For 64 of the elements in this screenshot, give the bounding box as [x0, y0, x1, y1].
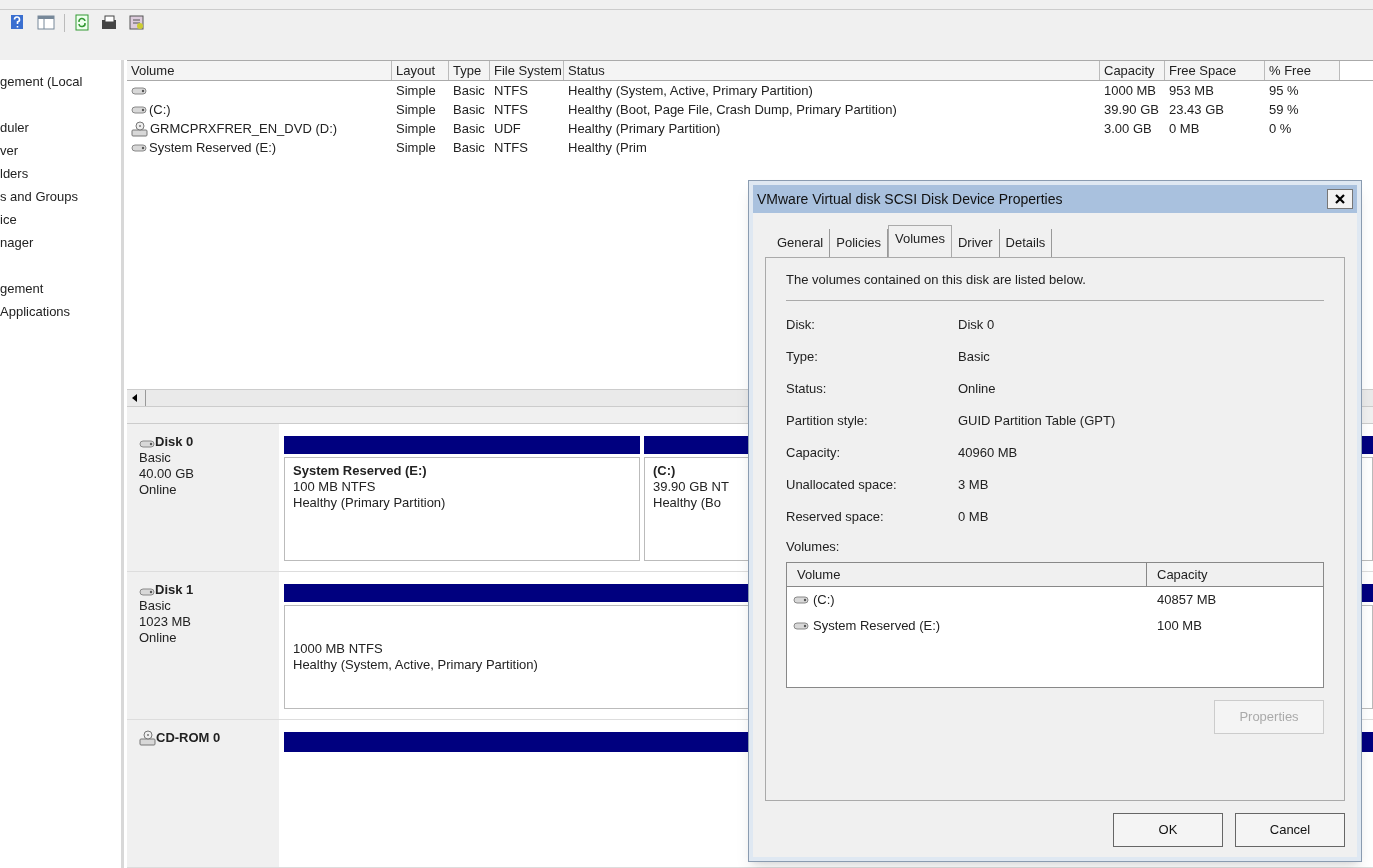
property-label: Reserved space: [786, 507, 885, 526]
table-cell-text: Basic [453, 138, 485, 157]
partition-title: System Reserved (E:) [293, 463, 427, 479]
disk-name: CD-ROM 0 [156, 730, 221, 746]
table-cell-text: 953 MB [1169, 81, 1214, 100]
table-cell-text: Basic [453, 100, 485, 119]
property-label: Capacity: [786, 443, 842, 462]
table-cell-text: 95 % [1269, 81, 1299, 100]
table-cell-text: 59 % [1269, 100, 1299, 119]
disk-info: Online [139, 482, 178, 498]
partition-info: 1000 MB NTFS [293, 641, 383, 657]
property-label: Status: [786, 379, 828, 398]
partition-title: (C:) [653, 463, 676, 479]
table-cell-text: Simple [396, 81, 436, 100]
table-cell-text: Simple [396, 119, 436, 138]
property-label: Unallocated space: [786, 475, 898, 494]
table-cell-text: 100 MB [1156, 617, 1203, 636]
partition-info: Healthy (System, Active, Primary Partition) [293, 657, 538, 673]
table-cell-text: Simple [396, 138, 436, 157]
table-cell-text: 40857 MB [1156, 591, 1218, 610]
partition-info: Healthy (Bo [653, 495, 721, 511]
property-value: Basic [958, 347, 990, 366]
disk-info: Basic [139, 598, 172, 614]
table-cell-text: 1000 MB [1104, 81, 1157, 100]
disk-info: 1023 MB [139, 614, 193, 630]
property-value: 40960 MB [958, 443, 1018, 462]
disk-name: Disk 0 [155, 434, 194, 450]
table-cell-text: Basic [453, 119, 485, 138]
volumes-label: Volumes: [786, 537, 841, 556]
table-cell-text: UDF [494, 119, 521, 138]
table-cell-text: 0 MB [1169, 119, 1200, 138]
table-cell-text: NTFS [494, 81, 528, 100]
volume-name: (C:) [149, 100, 171, 119]
table-cell-text: 39.90 GB [1104, 100, 1159, 119]
partition-info: 100 MB NTFS [293, 479, 376, 495]
property-value: Online [958, 379, 996, 398]
partition-info: 39.90 GB NT [653, 479, 729, 495]
property-label: Type: [786, 347, 819, 366]
property-value: GUID Partition Table (GPT) [958, 411, 1116, 430]
table-cell-text: Simple [396, 100, 436, 119]
property-value: 0 MB [958, 507, 989, 526]
property-label: Partition style: [786, 411, 869, 430]
table-cell-text: 0 % [1269, 119, 1292, 138]
dialog-title: VMware Virtual disk SCSI Disk Device Properties [757, 189, 1063, 209]
volume-name: System Reserved (E:) [149, 138, 277, 157]
table-cell-text: 3.00 GB [1104, 119, 1152, 138]
table-cell-text: Healthy (Primary Partition) [568, 119, 721, 138]
property-value: 3 MB [958, 475, 989, 494]
disk-name: Disk 1 [155, 582, 194, 598]
table-cell-text: Healthy (Boot, Page File, Crash Dump, Primary Partition) [568, 100, 897, 119]
table-cell-text: NTFS [494, 138, 528, 157]
partition-info: Healthy (Primary Partition) [293, 495, 446, 511]
table-cell-text: Healthy (Prim [568, 138, 647, 157]
property-value: Disk 0 [958, 315, 995, 334]
volume-name: GRMCPRXFRER_EN_DVD (D:) [150, 119, 338, 138]
disk-info: Online [139, 630, 178, 646]
property-label: Disk: [786, 315, 816, 334]
table-cell-text: Basic [453, 81, 485, 100]
disk-info: Basic [139, 450, 172, 466]
table-cell-text: Healthy (System, Active, Primary Partition) [568, 81, 813, 100]
disk-info: 40.00 GB [139, 466, 195, 482]
description-text: The volumes contained on this disk are listed below. [786, 270, 1324, 301]
table-cell-text: NTFS [494, 100, 528, 119]
table-cell-text: 23.43 GB [1169, 100, 1224, 119]
